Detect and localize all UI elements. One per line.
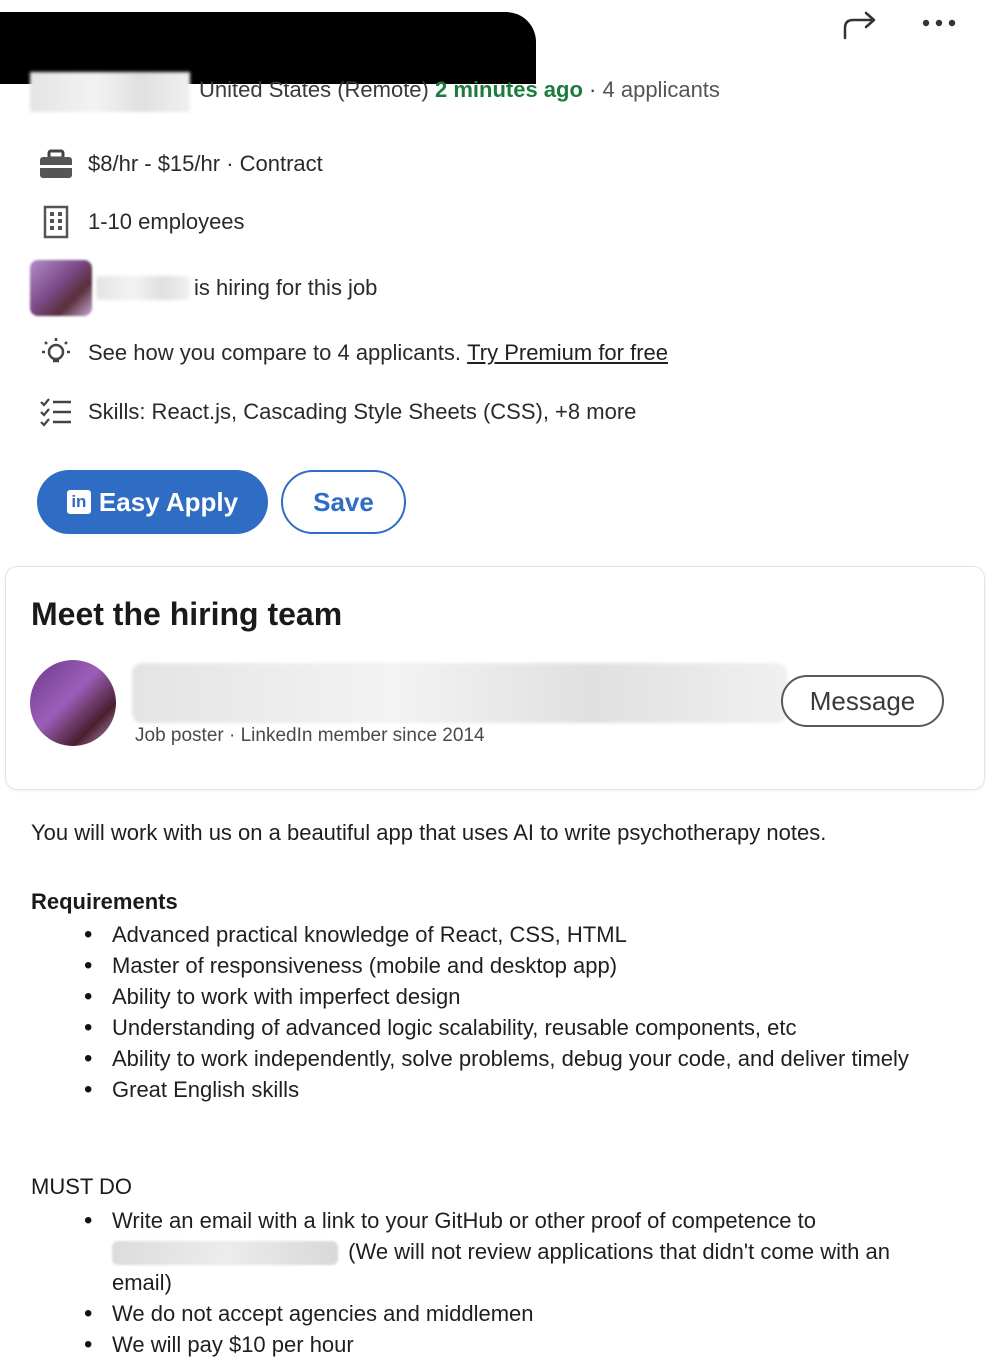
company-size-text: 1-10 employees — [88, 209, 245, 234]
more-icon[interactable] — [918, 8, 962, 38]
save-button[interactable]: Save — [281, 470, 406, 534]
lightbulb-icon — [38, 335, 74, 371]
hiring-row: is hiring for this job — [194, 268, 377, 308]
building-icon — [38, 204, 74, 240]
redacted-poster-name — [132, 663, 787, 723]
skills-row: Skills: React.js, Cascading Style Sheets… — [38, 392, 636, 432]
compare-text: See how you compare to 4 applicants. — [88, 340, 462, 365]
list-item: Understanding of advanced logic scalabil… — [84, 1012, 942, 1043]
redacted-company-name — [30, 72, 190, 112]
company-size-row: 1-10 employees — [38, 202, 245, 242]
list-item: Write an email with a link to your GitHu… — [84, 1205, 942, 1298]
easy-apply-label: Easy Apply — [98, 486, 239, 517]
poster-avatar[interactable] — [30, 660, 116, 746]
pay-type-row: $8/hr - $15/hr · Contract — [38, 144, 323, 184]
job-location: United States (Remote) — [199, 77, 429, 102]
message-label: Message — [809, 685, 916, 716]
posted-time: 2 minutes ago — [435, 77, 583, 102]
requirements-heading: Requirements — [31, 889, 178, 914]
save-label: Save — [313, 486, 374, 517]
skills-text[interactable]: Skills: React.js, Cascading Style Sheets… — [88, 399, 636, 425]
checklist-icon — [38, 394, 74, 430]
list-item: Ability to work with imperfect design — [84, 981, 942, 1012]
redacted-email — [112, 1241, 338, 1266]
must-do-email-text: Write an email with a link to your GitHu… — [112, 1208, 816, 1233]
try-premium-link[interactable]: Try Premium for free — [467, 340, 668, 366]
compare-row: See how you compare to 4 applicants. Try… — [38, 333, 668, 373]
easy-apply-button[interactable]: in Easy Apply — [37, 470, 268, 534]
requirements-list: Advanced practical knowledge of React, C… — [84, 919, 942, 1105]
pay-type-text: $8/hr - $15/hr · Contract — [88, 151, 323, 176]
job-meta-line: United States (Remote) 2 minutes ago · 4… — [199, 77, 720, 103]
description-intro: You will work with us on a beautiful app… — [31, 820, 827, 845]
list-item: We will pay $10 per hour — [84, 1329, 942, 1360]
must-do-list: Write an email with a link to your GitHu… — [84, 1205, 942, 1360]
list-item: Master of responsiveness (mobile and des… — [84, 950, 942, 981]
meta-separator: · — [589, 77, 597, 102]
redacted-hirer-name — [96, 276, 190, 300]
must-do-heading: MUST DO — [31, 1174, 133, 1199]
message-button[interactable]: Message — [781, 675, 944, 727]
hiring-text: is hiring for this job — [194, 275, 378, 300]
list-item: Advanced practical knowledge of React, C… — [84, 919, 942, 950]
linkedin-logo-icon: in — [66, 490, 91, 514]
poster-subtitle: Job poster · LinkedIn member since 2014 — [135, 725, 485, 746]
list-item: Ability to work independently, solve pro… — [84, 1043, 942, 1074]
share-arrow-icon[interactable] — [840, 8, 880, 42]
hirer-avatar[interactable] — [30, 260, 92, 316]
hiring-team-title: Meet the hiring team — [31, 596, 343, 632]
list-item: Great English skills — [84, 1074, 942, 1105]
list-item: We do not accept agencies and middlemen — [84, 1298, 942, 1329]
briefcase-icon — [38, 146, 74, 182]
applicant-count: 4 applicants — [602, 77, 720, 102]
